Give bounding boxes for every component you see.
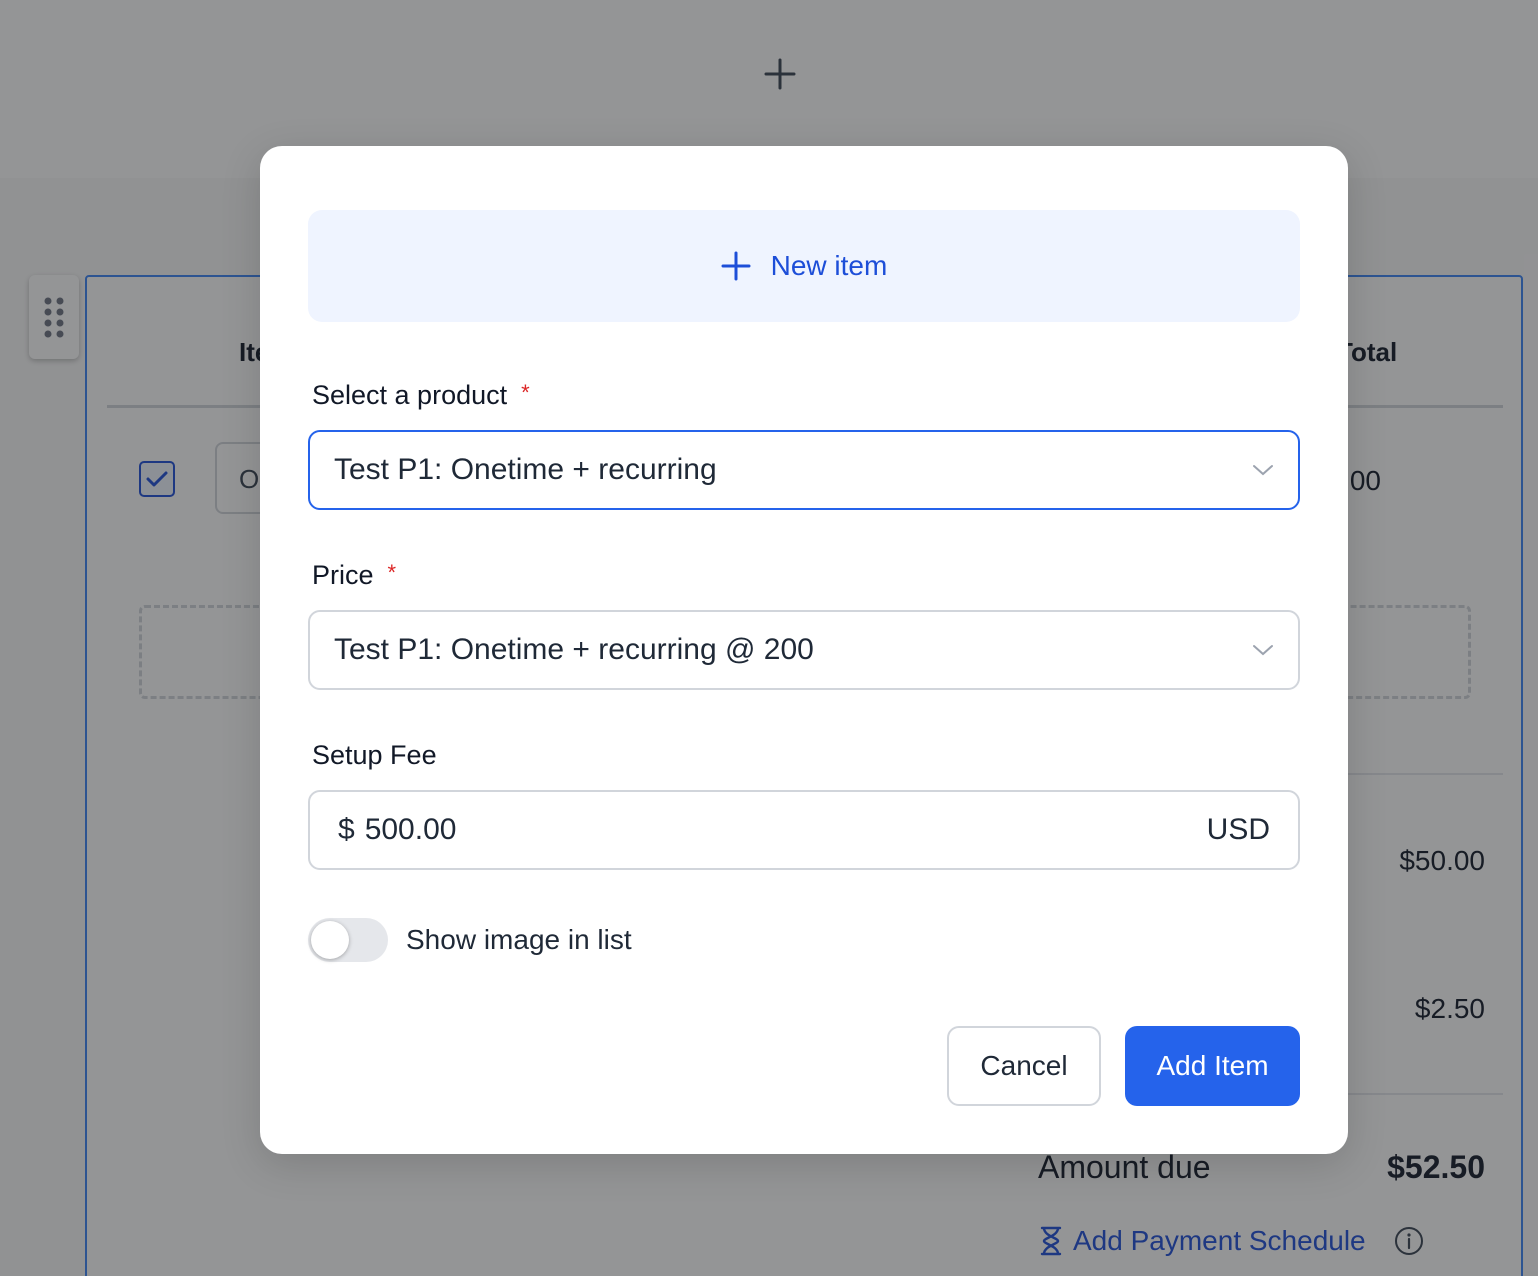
chevron-down-icon [1253,465,1273,476]
product-label: Select a product * [312,380,530,411]
setup-fee-value: 500.00 [364,813,457,846]
setup-fee-input[interactable]: $ 500.00 USD [308,790,1300,870]
price-label-text: Price [312,560,374,590]
price-select-value: Test P1: Onetime + recurring @ 200 [334,633,814,666]
price-select[interactable]: Test P1: Onetime + recurring @ 200 [308,610,1300,690]
chevron-down-icon [1253,645,1273,656]
toggle-knob [311,921,349,959]
required-marker: * [521,380,530,405]
currency-symbol: $ [338,813,355,846]
setup-fee-label: Setup Fee [312,740,437,770]
new-item-label: New item [770,250,888,281]
show-image-row: Show image in list [308,918,632,962]
show-image-toggle[interactable] [308,918,388,962]
cancel-button[interactable]: Cancel [947,1026,1101,1106]
add-item-modal: New item Select a product * Test P1: Onet… [260,146,1348,1154]
product-select-value: Test P1: Onetime + recurring [334,453,717,486]
required-marker: * [387,560,397,585]
product-select[interactable]: Test P1: Onetime + recurring [308,430,1300,510]
currency-code: USD [1206,813,1270,846]
product-label-text: Select a product [312,380,508,410]
add-item-button[interactable]: Add Item [1125,1026,1300,1106]
plus-icon [721,251,751,281]
price-label: Price * [312,560,396,591]
show-image-label: Show image in list [406,924,632,955]
new-item-button[interactable]: New item [308,210,1300,322]
